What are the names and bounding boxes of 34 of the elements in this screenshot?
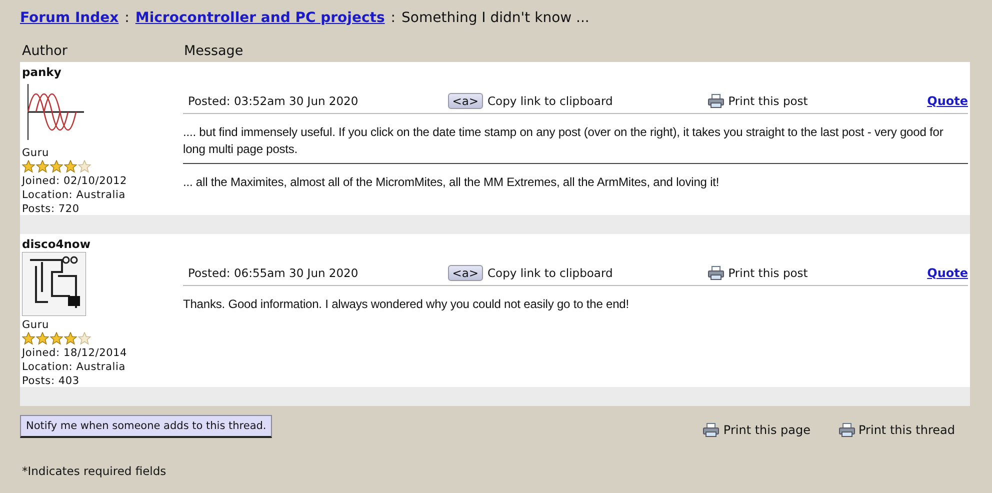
post-timestamp[interactable]: Posted: 03:52am 30 Jun 2020 — [188, 94, 358, 108]
print-post-link[interactable]: Print this post — [708, 94, 808, 108]
thread-title: Something I didn't know ... — [402, 10, 590, 26]
notify-button[interactable]: Notify me when someone adds to this thread. — [20, 415, 272, 438]
post-text: ... all the Maximites, almost all of the MicromMites, all the MM Extremes, all the ArmMites, and loving it! — [183, 174, 720, 191]
user-rank: Guru — [22, 146, 50, 160]
quote-link[interactable]: Quote — [927, 266, 968, 280]
user-location: Location: Australia — [22, 360, 126, 374]
post-count: Posts: 403 — [22, 374, 80, 388]
required-note: *Indicates required fields — [21, 464, 168, 478]
post-text: Thanks. Good information. I always wondered why you could not easily go to the end! — [183, 296, 630, 313]
author-name: disco4now — [22, 237, 92, 251]
joined-date: Joined: 02/10/2012 — [22, 174, 128, 188]
post-timestamp[interactable]: Posted: 06:55am 30 Jun 2020 — [188, 266, 358, 280]
breadcrumb-separator: : — [390, 10, 396, 26]
print-post-link[interactable]: Print this post — [708, 266, 808, 280]
breadcrumb-link[interactable]: Microcontroller and PC projects — [135, 10, 385, 26]
column-header: Message — [184, 43, 244, 61]
print-link[interactable]: Print this page — [703, 423, 811, 437]
breadcrumb-link[interactable]: Forum Index — [20, 10, 119, 26]
post-count: Posts: 720 — [22, 202, 80, 216]
post-text: .... but find immensely useful. If you click on the date time stamp on any post (over on the right), it takes you straight to the last post - very good for long multi page posts. — [183, 124, 944, 158]
column-header: Author — [21, 43, 68, 61]
user-rank: Guru — [22, 318, 50, 332]
copy-link-label: Copy link to clipboard — [488, 266, 613, 280]
copy-link-label: Copy link to clipboard — [488, 94, 613, 108]
user-location: Location: Australia — [22, 188, 126, 202]
joined-date: Joined: 18/12/2014 — [22, 346, 128, 360]
print-link[interactable]: Print this thread — [838, 423, 955, 437]
copy-link-button[interactable]: <a> — [448, 92, 483, 108]
author-name: panky — [22, 65, 62, 79]
quote-link[interactable]: Quote — [927, 94, 968, 108]
copy-link-button[interactable]: <a> — [448, 264, 483, 280]
breadcrumb-separator: : — [124, 10, 130, 26]
